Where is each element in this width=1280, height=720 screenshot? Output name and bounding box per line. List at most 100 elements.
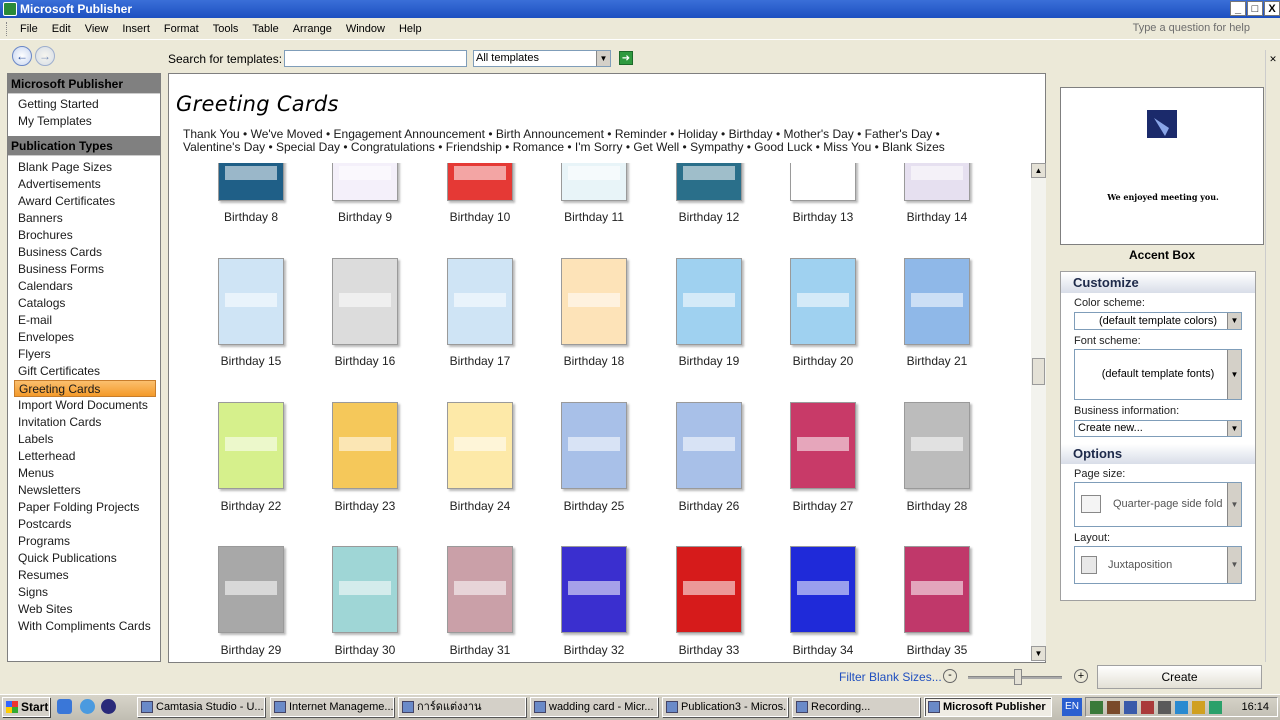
template-label[interactable]: Birthday 8 [201, 210, 301, 224]
filter-blank-sizes-link[interactable]: Filter Blank Sizes... [839, 670, 942, 684]
template-thumbnail[interactable] [447, 402, 513, 489]
template-thumbnail[interactable] [904, 258, 970, 345]
template-thumbnail[interactable] [676, 402, 742, 489]
template-scope-select[interactable]: All templates ▼ [473, 50, 611, 67]
sidebar-item-gift-certificates[interactable]: Gift Certificates [8, 363, 160, 380]
taskbar-button[interactable]: การ์ดแต่งงาน [398, 697, 526, 717]
template-thumbnail[interactable] [790, 258, 856, 345]
taskbar-button[interactable]: Microsoft Publisher [924, 697, 1052, 717]
template-thumbnail[interactable] [790, 163, 856, 201]
template-label[interactable]: Birthday 15 [201, 354, 301, 368]
template-label[interactable]: Birthday 21 [887, 354, 987, 368]
close-pane-icon[interactable]: ✕ [1266, 54, 1280, 65]
sidebar-item-quick-publications[interactable]: Quick Publications [8, 550, 160, 567]
taskbar-button[interactable]: Camtasia Studio - U... [137, 697, 265, 717]
template-thumbnail[interactable] [561, 163, 627, 201]
forward-arrow-icon[interactable]: → [35, 46, 55, 66]
template-thumbnail[interactable] [447, 163, 513, 201]
sidebar-item-flyers[interactable]: Flyers [8, 346, 160, 363]
gallery-scrollbar[interactable]: ▲ ▼ [1031, 163, 1046, 661]
zoom-out-icon[interactable]: - [943, 669, 957, 683]
template-label[interactable]: Birthday 23 [315, 499, 415, 513]
chevron-down-icon[interactable]: ▼ [1227, 313, 1241, 329]
zoom-in-icon[interactable]: + [1074, 669, 1088, 683]
zoom-slider-thumb[interactable] [1014, 669, 1022, 685]
taskbar-button[interactable]: Publication3 - Micros... [662, 697, 788, 717]
tray-app-icon[interactable] [1124, 701, 1137, 714]
sidebar-item-my-templates[interactable]: My Templates [8, 113, 160, 130]
template-label[interactable]: Birthday 28 [887, 499, 987, 513]
template-label[interactable]: Birthday 29 [201, 643, 301, 657]
template-label[interactable]: Birthday 16 [315, 354, 415, 368]
tray-app-icon[interactable] [1192, 701, 1205, 714]
scroll-up-icon[interactable]: ▲ [1031, 163, 1046, 178]
template-thumbnail[interactable] [218, 258, 284, 345]
template-label[interactable]: Birthday 24 [430, 499, 530, 513]
template-thumbnail[interactable] [561, 546, 627, 633]
sidebar-item-postcards[interactable]: Postcards [8, 516, 160, 533]
scroll-down-icon[interactable]: ▼ [1031, 646, 1046, 661]
taskbar-button[interactable]: wadding card - Micr... [530, 697, 658, 717]
template-thumbnail[interactable] [218, 546, 284, 633]
category-links-row-1[interactable]: Thank You • We've Moved • Engagement Ann… [183, 127, 940, 141]
template-label[interactable]: Birthday 14 [887, 210, 987, 224]
sidebar-item-labels[interactable]: Labels [8, 431, 160, 448]
template-label[interactable]: Birthday 19 [659, 354, 759, 368]
template-label[interactable]: Birthday 10 [430, 210, 530, 224]
page-size-select[interactable]: Quarter-page side fold ▼ [1074, 482, 1242, 527]
template-label[interactable]: Birthday 35 [887, 643, 987, 657]
template-thumbnail[interactable] [790, 546, 856, 633]
tray-app-icon[interactable] [1175, 701, 1188, 714]
template-label[interactable]: Birthday 20 [773, 354, 873, 368]
menu-arrange[interactable]: Arrange [286, 23, 339, 35]
template-thumbnail[interactable] [218, 163, 284, 201]
template-thumbnail[interactable] [561, 258, 627, 345]
template-label[interactable]: Birthday 32 [544, 643, 644, 657]
toolbar-grip[interactable] [6, 21, 9, 36]
template-label[interactable]: Birthday 22 [201, 499, 301, 513]
template-thumbnail[interactable] [676, 258, 742, 345]
taskbar-button[interactable]: Internet Manageme... [270, 697, 394, 717]
template-thumbnail[interactable] [790, 402, 856, 489]
task-pane-scrollbar[interactable]: ✕ [1265, 50, 1280, 662]
sidebar-item-invitation-cards[interactable]: Invitation Cards [8, 414, 160, 431]
menu-window[interactable]: Window [339, 23, 392, 35]
sidebar-item-blank-page-sizes[interactable]: Blank Page Sizes [8, 159, 160, 176]
tray-app-icon[interactable] [1090, 701, 1103, 714]
template-thumbnail[interactable] [332, 258, 398, 345]
sidebar-item-getting-started[interactable]: Getting Started [8, 96, 160, 113]
template-thumbnail[interactable] [561, 402, 627, 489]
template-label[interactable]: Birthday 27 [773, 499, 873, 513]
template-thumbnail[interactable] [904, 163, 970, 201]
template-label[interactable]: Birthday 26 [659, 499, 759, 513]
sidebar-item-business-forms[interactable]: Business Forms [8, 261, 160, 278]
template-label[interactable]: Birthday 34 [773, 643, 873, 657]
chevron-down-icon[interactable]: ▼ [1227, 483, 1241, 526]
quicklaunch-ie-icon[interactable] [57, 699, 72, 714]
sidebar-item-newsletters[interactable]: Newsletters [8, 482, 160, 499]
sidebar-item-catalogs[interactable]: Catalogs [8, 295, 160, 312]
color-scheme-select[interactable]: (default template colors) ▼ [1074, 312, 1242, 330]
chevron-down-icon[interactable]: ▼ [596, 51, 610, 66]
scroll-thumb[interactable] [1032, 358, 1045, 385]
sidebar-item-resumes[interactable]: Resumes [8, 567, 160, 584]
menu-help[interactable]: Help [392, 23, 429, 35]
tray-app-icon[interactable] [1107, 701, 1120, 714]
sidebar-item-import-word-documents[interactable]: Import Word Documents [8, 397, 160, 414]
layout-select[interactable]: Juxtaposition ▼ [1074, 546, 1242, 584]
start-button[interactable]: Start [2, 697, 50, 717]
sidebar-item-award-certificates[interactable]: Award Certificates [8, 193, 160, 210]
font-scheme-select[interactable]: (default template fonts) ▼ [1074, 349, 1242, 400]
sidebar-item-brochures[interactable]: Brochures [8, 227, 160, 244]
sidebar-item-banners[interactable]: Banners [8, 210, 160, 227]
template-label[interactable]: Birthday 25 [544, 499, 644, 513]
tray-app-icon[interactable] [1158, 701, 1171, 714]
sidebar-item-paper-folding-projects[interactable]: Paper Folding Projects [8, 499, 160, 516]
template-thumbnail[interactable] [218, 402, 284, 489]
sidebar-item-e-mail[interactable]: E-mail [8, 312, 160, 329]
template-thumbnail[interactable] [447, 258, 513, 345]
tray-app-icon[interactable] [1141, 701, 1154, 714]
tray-app-icon[interactable] [1209, 701, 1222, 714]
template-label[interactable]: Birthday 30 [315, 643, 415, 657]
sidebar-item-envelopes[interactable]: Envelopes [8, 329, 160, 346]
